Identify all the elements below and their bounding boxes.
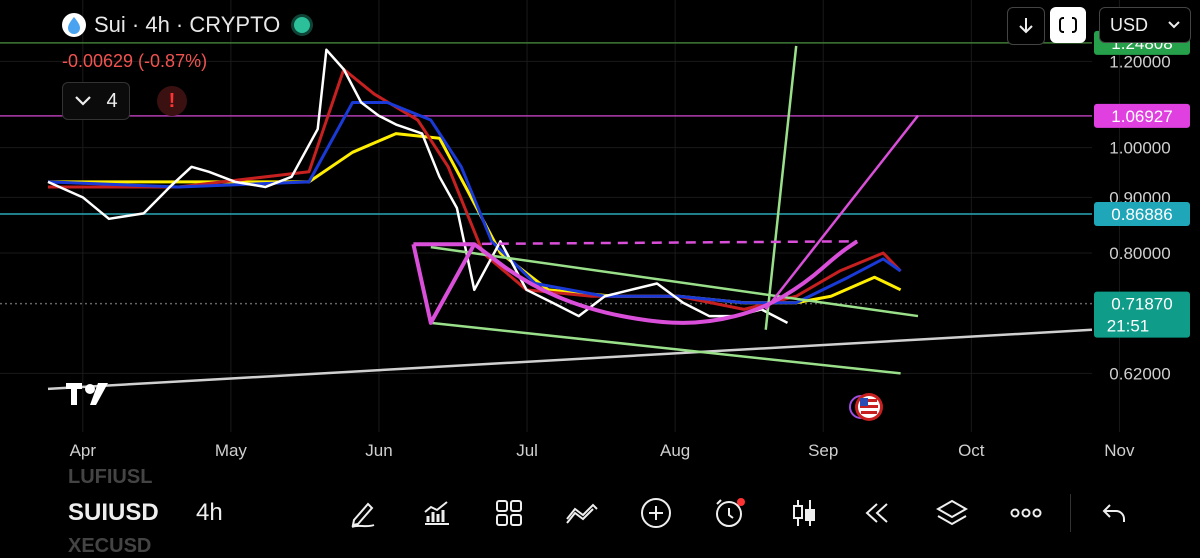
price-label-text: 0.86886	[1111, 205, 1172, 224]
chart-type-button[interactable]	[564, 495, 600, 531]
symbol-name[interactable]: SUIUSD	[68, 499, 159, 527]
flag-event-icon[interactable]	[849, 393, 883, 421]
layouts-button[interactable]	[491, 495, 527, 531]
x-tick-label: Apr	[70, 441, 97, 460]
chevron-down-icon	[75, 96, 92, 106]
toolbar-divider	[1070, 494, 1071, 532]
trend-line	[430, 321, 901, 375]
indicators-toggle-button[interactable]: 4	[62, 82, 130, 120]
currency-select[interactable]: USD	[1099, 7, 1191, 43]
x-tick-label: Jun	[365, 441, 392, 460]
price-labels: 1.248081.069270.868860.7187021:51	[1094, 30, 1190, 338]
timeframe-button[interactable]: 4h	[196, 499, 223, 527]
replay-button[interactable]	[859, 495, 895, 531]
add-button[interactable]	[638, 495, 674, 531]
currency-value: USD	[1110, 14, 1149, 35]
layers-icon	[936, 499, 968, 526]
tradingview-logo	[66, 383, 108, 405]
y-tick-label: 1.00000	[1109, 139, 1170, 158]
x-tick-label: Nov	[1104, 441, 1135, 460]
indicator-count: 4	[106, 89, 118, 112]
cup-arc-drawing	[473, 239, 859, 325]
price-label-text: 0.71870	[1111, 295, 1172, 314]
pencil-icon	[351, 502, 375, 528]
time-axis[interactable]: Apr May Jun Jul Aug Sep Oct Nov	[70, 441, 1135, 460]
x-tick-label: Aug	[660, 441, 690, 460]
draw-tool-button[interactable]	[345, 495, 381, 531]
x-tick-label: Sep	[808, 441, 838, 460]
sui-logo-icon	[62, 13, 86, 37]
alert-icon[interactable]: !	[157, 86, 187, 116]
arrow-down-icon	[1019, 18, 1033, 34]
more-button[interactable]	[1008, 495, 1044, 531]
chevron-down-icon	[1168, 21, 1180, 29]
trend-lines-icon	[566, 503, 598, 524]
candle-countdown: 21:51	[1107, 317, 1150, 336]
symbol-title: Sui · 4h · CRYPTO	[94, 12, 281, 37]
candles-button[interactable]	[786, 495, 822, 531]
y-tick-label: 0.80000	[1109, 244, 1170, 263]
grid-icon	[496, 500, 522, 526]
y-tick-label: 0.62000	[1109, 364, 1170, 383]
ma-line	[48, 132, 902, 305]
chart-bars-icon	[424, 501, 449, 525]
candlestick-icon	[793, 500, 815, 526]
market-status-icon	[294, 17, 311, 33]
symbol-header[interactable]: Sui · 4h · CRYPTO	[62, 12, 311, 38]
plus-circle-icon	[641, 498, 671, 528]
chart-drawings	[47, 45, 1093, 391]
triangle-drawing	[411, 242, 477, 325]
x-tick-label: Oct	[958, 441, 985, 460]
x-tick-label: May	[215, 441, 248, 460]
undo-button[interactable]	[1096, 495, 1132, 531]
price-label-text: 1.06927	[1111, 107, 1172, 126]
rewind-icon	[865, 503, 888, 523]
x-tick-label: Jul	[516, 441, 538, 460]
symbol-list-item-prev[interactable]: LUFIUSL	[68, 466, 152, 489]
y-tick-label: 1.20000	[1109, 52, 1170, 71]
trend-line	[764, 45, 798, 330]
object-tree-button[interactable]	[934, 495, 970, 531]
alarm-clock-icon	[714, 497, 745, 527]
more-dots-icon	[1010, 508, 1042, 518]
bottom-toolbar: LUFIUSL SUIUSD 4h XECUSD	[0, 466, 1200, 557]
alerts-button[interactable]	[712, 495, 748, 531]
price-change: -0.00629 (-0.87%)	[62, 51, 208, 71]
symbol-list-item-next[interactable]: XECUSD	[68, 535, 151, 558]
fullscreen-icon	[1059, 16, 1077, 34]
trend-line	[430, 245, 919, 318]
undo-icon	[1102, 504, 1125, 522]
download-button[interactable]	[1007, 7, 1045, 45]
fullscreen-button[interactable]	[1050, 7, 1086, 43]
indicators-button[interactable]	[418, 495, 454, 531]
